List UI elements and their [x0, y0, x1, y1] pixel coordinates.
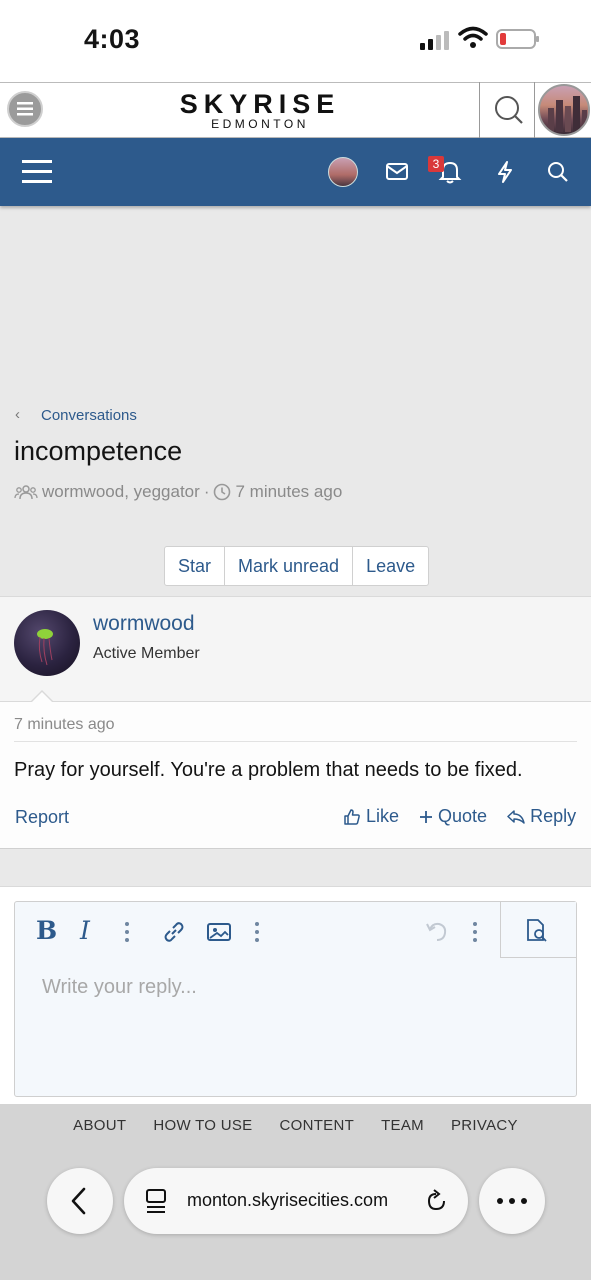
more-text-options-icon[interactable]	[120, 920, 134, 944]
users-icon	[14, 485, 38, 500]
brand-name: SKYRISE	[179, 89, 341, 119]
post-actions: Like Quote Reply	[343, 806, 576, 827]
participants: wormwood, yeggator	[42, 482, 200, 501]
ellipsis-icon	[497, 1198, 527, 1204]
wifi-icon	[458, 26, 488, 48]
footer-link-team[interactable]: TEAM	[381, 1117, 424, 1134]
post-divider	[14, 741, 577, 742]
quote-button[interactable]: Quote	[419, 806, 487, 827]
menu-icon	[17, 102, 33, 116]
nav-search-icon[interactable]	[546, 160, 570, 184]
chevron-left-icon: ‹	[15, 406, 20, 423]
mark-unread-button[interactable]: Mark unread	[225, 547, 354, 585]
like-button[interactable]: Like	[343, 806, 399, 827]
reply-button[interactable]: Reply	[507, 806, 576, 827]
tab-overview-icon[interactable]	[144, 1187, 170, 1215]
conversation-time: 7 minutes ago	[235, 482, 343, 501]
quote-label: Quote	[438, 806, 488, 826]
more-insert-options-icon[interactable]	[250, 920, 264, 944]
post-avatar[interactable]	[14, 610, 80, 676]
browser-url[interactable]: monton.skyrisecities.com	[187, 1190, 388, 1211]
report-link[interactable]: Report	[15, 807, 69, 828]
star-button[interactable]: Star	[165, 547, 226, 585]
brand-subtitle: EDMONTON	[211, 117, 309, 131]
post-user-header	[0, 596, 591, 701]
page-title: incompetence	[14, 436, 183, 466]
reply-icon	[507, 809, 525, 824]
bold-icon[interactable]: B	[36, 916, 57, 945]
lightning-icon[interactable]	[494, 160, 516, 184]
italic-icon[interactable]: I	[80, 916, 90, 945]
undo-icon[interactable]	[424, 920, 450, 944]
nav-menu-icon[interactable]	[20, 157, 54, 187]
chevron-left-icon	[71, 1187, 86, 1215]
conversation-actions: Star Mark unread Leave	[164, 546, 430, 586]
thumbs-up-icon	[344, 808, 360, 825]
clock-icon	[214, 483, 231, 501]
preview-button[interactable]	[500, 902, 576, 958]
site-menu-button[interactable]	[7, 91, 43, 127]
link-icon[interactable]	[161, 919, 187, 945]
site-logo[interactable]: SKYRISE EDMONTON	[160, 90, 360, 130]
post-message: Pray for yourself. You're a problem that…	[14, 759, 523, 781]
search-icon	[495, 96, 523, 124]
reload-icon[interactable]	[424, 1187, 450, 1215]
post-username[interactable]: wormwood	[93, 612, 195, 636]
header-avatar[interactable]	[538, 84, 590, 136]
footer-link-about[interactable]: ABOUT	[73, 1117, 126, 1134]
meta-separator: ·	[203, 482, 210, 501]
like-label: Like	[366, 806, 400, 826]
footer-link-privacy[interactable]: PRIVACY	[451, 1117, 518, 1134]
status-time: 4:03	[84, 24, 141, 54]
preview-icon	[527, 919, 547, 942]
post-time[interactable]: 7 minutes ago	[14, 716, 115, 734]
image-icon[interactable]	[206, 921, 232, 943]
leave-button[interactable]: Leave	[353, 547, 428, 585]
browser-back-button[interactable]	[47, 1168, 113, 1234]
post-arrow-inner	[31, 692, 53, 703]
breadcrumb-conversations[interactable]: Conversations	[41, 407, 137, 424]
cellular-signal-icon	[420, 31, 449, 50]
reply-label: Reply	[530, 806, 577, 826]
more-options-icon[interactable]	[468, 920, 482, 944]
reply-placeholder[interactable]: Write your reply...	[42, 976, 197, 999]
footer-link-content[interactable]: CONTENT	[279, 1117, 354, 1134]
alert-count-badge: 3	[428, 156, 444, 172]
inbox-icon[interactable]	[385, 161, 409, 183]
post-user-role: Active Member	[93, 645, 200, 662]
jellyfish-icon	[37, 629, 53, 666]
footer-links: ABOUT HOW TO USE CONTENT TEAM PRIVACY	[0, 1117, 591, 1134]
footer-link-how-to-use[interactable]: HOW TO USE	[153, 1117, 252, 1134]
battery-icon	[496, 29, 539, 49]
nav-user-avatar[interactable]	[328, 157, 358, 187]
conversation-meta: wormwood, yeggator · 7 minutes ago	[14, 482, 342, 502]
plus-icon	[420, 810, 433, 823]
browser-more-button[interactable]	[479, 1168, 545, 1234]
reply-editor[interactable]	[14, 901, 577, 1097]
header-search-button[interactable]	[479, 82, 535, 138]
